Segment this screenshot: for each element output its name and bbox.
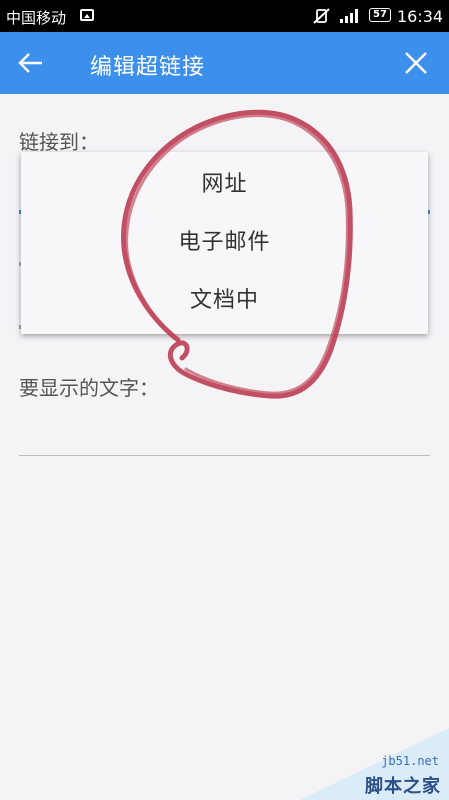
link-field-edge — [428, 210, 430, 214]
carrier-name: 中国移动 — [6, 9, 67, 27]
vibrate-off-icon — [313, 8, 330, 24]
page-title: 编辑超链接 — [90, 55, 206, 80]
display-text-label: 要显示的文字： — [19, 376, 159, 400]
watermark-name: 脚本之家 — [365, 776, 441, 797]
status-bar: 中国移动 57 16:34 — [0, 0, 449, 32]
clock: 16:34 — [397, 7, 444, 26]
display-text-input[interactable] — [19, 455, 430, 456]
option-url[interactable]: 网址 — [21, 156, 428, 214]
app-bar: 编辑超链接 — [0, 32, 449, 94]
signal-icon — [340, 9, 358, 23]
close-icon[interactable] — [400, 47, 432, 79]
battery-icon: 57 — [369, 8, 391, 22]
image-notification-icon — [80, 9, 94, 21]
watermark-url: jb51.net — [381, 754, 439, 768]
back-arrow-icon[interactable] — [14, 46, 48, 80]
option-in-document[interactable]: 文档中 — [21, 272, 428, 330]
link-type-dropdown: 网址 电子邮件 文档中 — [21, 152, 428, 334]
site-watermark: jb51.net 脚本之家 — [300, 728, 449, 800]
link-to-label: 链接到： — [19, 130, 99, 154]
option-email[interactable]: 电子邮件 — [21, 214, 428, 272]
